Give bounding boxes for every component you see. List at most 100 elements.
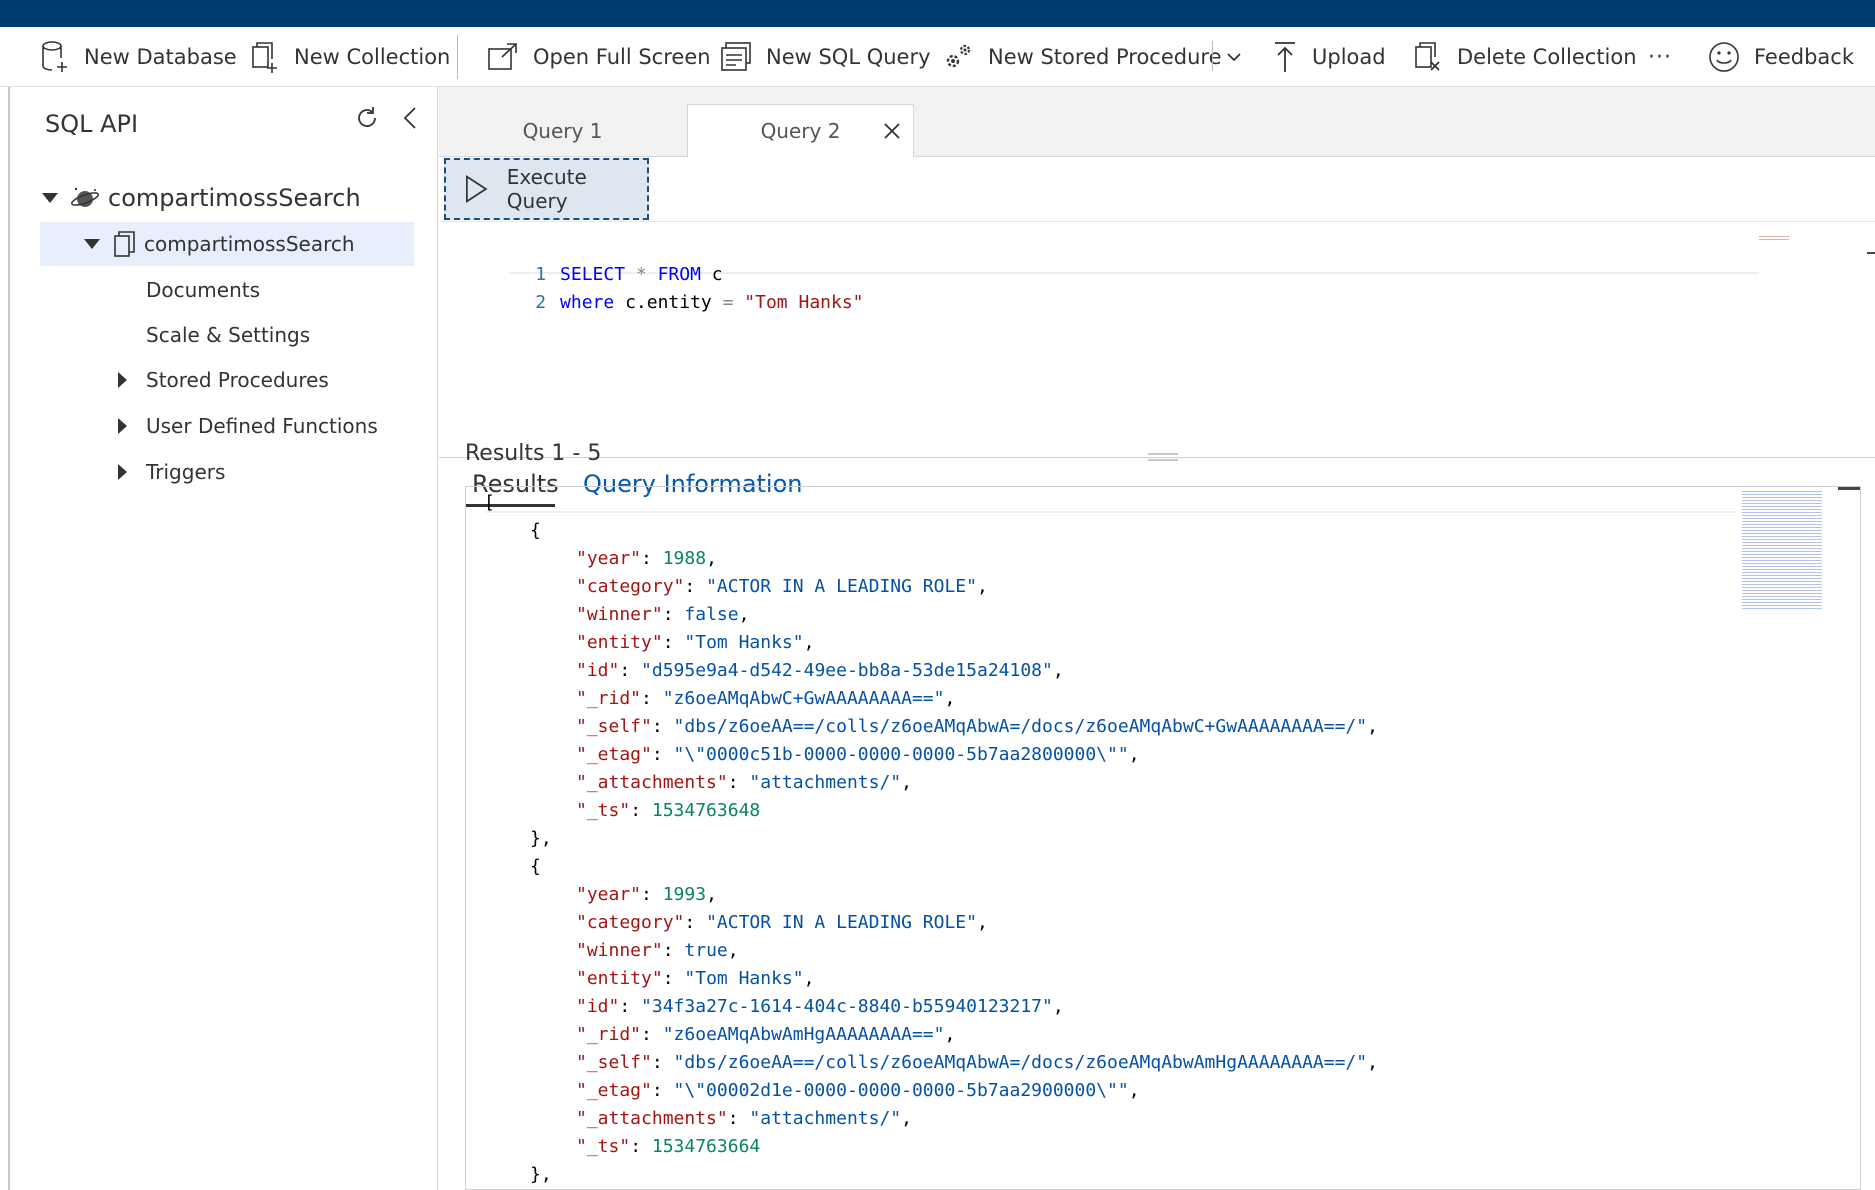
tab-query-2-label: Query 2 bbox=[760, 119, 841, 143]
json-line: "_ts": 1534763648 bbox=[576, 800, 761, 821]
new-stored-procedure-label: New Stored Procedure bbox=[988, 45, 1222, 69]
json-brace: }, bbox=[530, 828, 552, 849]
json-value: 1534763648 bbox=[651, 800, 761, 821]
tree-item-scale-settings[interactable]: Scale & Settings bbox=[146, 313, 310, 357]
json-line: "winner": true, bbox=[576, 940, 739, 961]
chevron-left-icon bbox=[403, 107, 416, 129]
delete-collection-icon bbox=[1415, 42, 1440, 71]
caret-down-icon bbox=[84, 239, 100, 249]
json-value: 1534763664 bbox=[651, 1136, 761, 1157]
open-external-icon bbox=[488, 43, 517, 70]
close-tab-button[interactable] bbox=[883, 121, 901, 145]
toolbar-separator bbox=[457, 35, 458, 79]
json-brace: { bbox=[530, 856, 541, 877]
json-value: "Tom Hanks" bbox=[684, 632, 804, 653]
json-line: "_etag": "\"00002d1e-0000-0000-0000-5b7a… bbox=[576, 1080, 1140, 1101]
json-line: "year": 1993, bbox=[576, 884, 717, 905]
results-minimap[interactable] bbox=[1742, 491, 1822, 611]
json-value: "ACTOR IN A LEADING ROLE" bbox=[706, 912, 977, 933]
execute-query-button[interactable]: Execute Query bbox=[444, 158, 649, 220]
resource-tree-panel: SQL API compartimossSearch compartimossS… bbox=[10, 87, 438, 1190]
json-brace: }, bbox=[530, 1164, 552, 1185]
tree-item-user-defined-functions[interactable]: User Defined Functions bbox=[116, 404, 378, 448]
json-value: 1988 bbox=[662, 548, 707, 569]
query-workspace: Query 1 Query 2 Execute Query 1 SELECT * … bbox=[439, 87, 1875, 1190]
scale-settings-label: Scale & Settings bbox=[146, 323, 311, 347]
json-value: "34f3a27c-1614-404c-8840-b55940123217" bbox=[641, 996, 1053, 1017]
json-line: "_attachments": "attachments/", bbox=[576, 1108, 912, 1129]
api-title: SQL API bbox=[45, 110, 139, 138]
new-item-dropdown-button[interactable] bbox=[1226, 27, 1256, 87]
delete-collection-button[interactable]: Delete Collection bbox=[1413, 27, 1637, 87]
json-line: "_attachments": "attachments/", bbox=[576, 772, 912, 793]
open-full-screen-button[interactable]: Open Full Screen bbox=[487, 27, 711, 87]
json-line: "entity": "Tom Hanks", bbox=[576, 632, 815, 653]
json-bracket: [ bbox=[484, 492, 495, 513]
new-database-button[interactable]: New Database bbox=[40, 27, 237, 87]
execute-query-label: Execute Query bbox=[506, 165, 587, 213]
upload-label: Upload bbox=[1312, 45, 1386, 69]
json-value: false bbox=[684, 604, 739, 625]
tab-query-2[interactable]: Query 2 bbox=[687, 104, 914, 158]
feedback-button[interactable]: Feedback bbox=[1708, 27, 1854, 87]
json-value: "dbs/z6oeAA==/colls/z6oeAMqAbwA=/docs/z6… bbox=[673, 716, 1368, 737]
results-viewer[interactable]: [ { "year": 1988, "category": "ACTOR IN … bbox=[465, 486, 1861, 1190]
upload-button[interactable]: Upload bbox=[1272, 27, 1386, 87]
current-line-highlight bbox=[486, 501, 1736, 513]
collection-name: compartimossSearch bbox=[144, 232, 355, 256]
new-collection-label: New Collection bbox=[294, 45, 451, 69]
tree-item-database[interactable]: compartimossSearch bbox=[40, 176, 420, 220]
sql-query-icon bbox=[721, 42, 751, 71]
toolbar-separator bbox=[1212, 41, 1213, 71]
json-line: { bbox=[530, 517, 541, 545]
json-line: "id": "d595e9a4-d542-49ee-bb8a-53de15a24… bbox=[576, 660, 1064, 681]
json-value: "d595e9a4-d542-49ee-bb8a-53de15a24108" bbox=[641, 660, 1053, 681]
results-scrollbar[interactable] bbox=[1838, 487, 1860, 490]
json-value: "ACTOR IN A LEADING ROLE" bbox=[706, 576, 977, 597]
json-value: "\"0000c51b-0000-0000-0000-5b7aa2800000\… bbox=[673, 744, 1129, 765]
new-sql-query-button[interactable]: New SQL Query bbox=[720, 27, 931, 87]
json-line: "winner": false, bbox=[576, 604, 750, 625]
json-line: "_self": "dbs/z6oeAA==/colls/z6oeAMqAbwA… bbox=[576, 716, 1378, 737]
refresh-icon bbox=[358, 107, 376, 127]
code-operator: = bbox=[722, 292, 734, 313]
json-line: "_rid": "z6oeAMqAbwAmHgAAAAAAAA==", bbox=[576, 1024, 956, 1045]
tree-item-collection[interactable]: compartimossSearch bbox=[40, 222, 414, 266]
stored-procedures-label: Stored Procedures bbox=[146, 368, 329, 392]
tree-item-stored-procedures[interactable]: Stored Procedures bbox=[116, 358, 329, 402]
new-collection-button[interactable]: New Collection bbox=[250, 27, 450, 87]
json-line: "category": "ACTOR IN A LEADING ROLE", bbox=[576, 912, 988, 933]
editor-minimap[interactable] bbox=[1759, 236, 1789, 240]
json-value: "attachments/" bbox=[749, 1108, 902, 1129]
delete-collection-label: Delete Collection bbox=[1457, 45, 1637, 69]
tab-query-1[interactable]: Query 1 bbox=[439, 104, 686, 157]
caret-right-icon bbox=[118, 372, 127, 388]
caret-right-icon bbox=[118, 418, 127, 434]
refresh-button[interactable] bbox=[354, 105, 380, 135]
query-editor[interactable]: 1 SELECT * FROM c 2 where c.entity = "Tom … bbox=[439, 221, 1875, 458]
json-value: 1993 bbox=[662, 884, 707, 905]
new-database-label: New Database bbox=[84, 45, 237, 69]
tree-item-triggers[interactable]: Triggers bbox=[116, 450, 225, 494]
caret-right-icon bbox=[118, 464, 127, 480]
json-value: "attachments/" bbox=[749, 772, 902, 793]
json-line: "_self": "dbs/z6oeAA==/colls/z6oeAMqAbwA… bbox=[576, 1052, 1378, 1073]
collapse-panel-button[interactable] bbox=[401, 105, 419, 135]
editor-scrollbar[interactable] bbox=[1867, 252, 1875, 254]
collection-plus-icon bbox=[252, 42, 277, 73]
more-options-button[interactable]: ··· bbox=[1648, 27, 1672, 87]
command-bar: New Database New Collection Open Full Sc… bbox=[0, 27, 1875, 87]
editor-line: 1 SELECT * FROM c bbox=[439, 233, 722, 285]
new-stored-procedure-button[interactable]: New Stored Procedure bbox=[942, 27, 1222, 87]
results-count: Results 1 - 5 bbox=[465, 441, 602, 466]
new-sql-query-label: New SQL Query bbox=[766, 45, 931, 69]
tree-item-documents[interactable]: Documents bbox=[146, 268, 260, 312]
database-planet-icon bbox=[71, 187, 99, 207]
tab-query-1-label: Query 1 bbox=[522, 118, 603, 143]
close-icon bbox=[884, 123, 900, 139]
smiley-icon bbox=[1709, 42, 1739, 72]
chevron-down-icon bbox=[1227, 53, 1241, 62]
database-name: compartimossSearch bbox=[108, 184, 361, 212]
json-line: "id": "34f3a27c-1614-404c-8840-b55940123… bbox=[576, 996, 1064, 1017]
top-banner bbox=[0, 0, 1875, 27]
